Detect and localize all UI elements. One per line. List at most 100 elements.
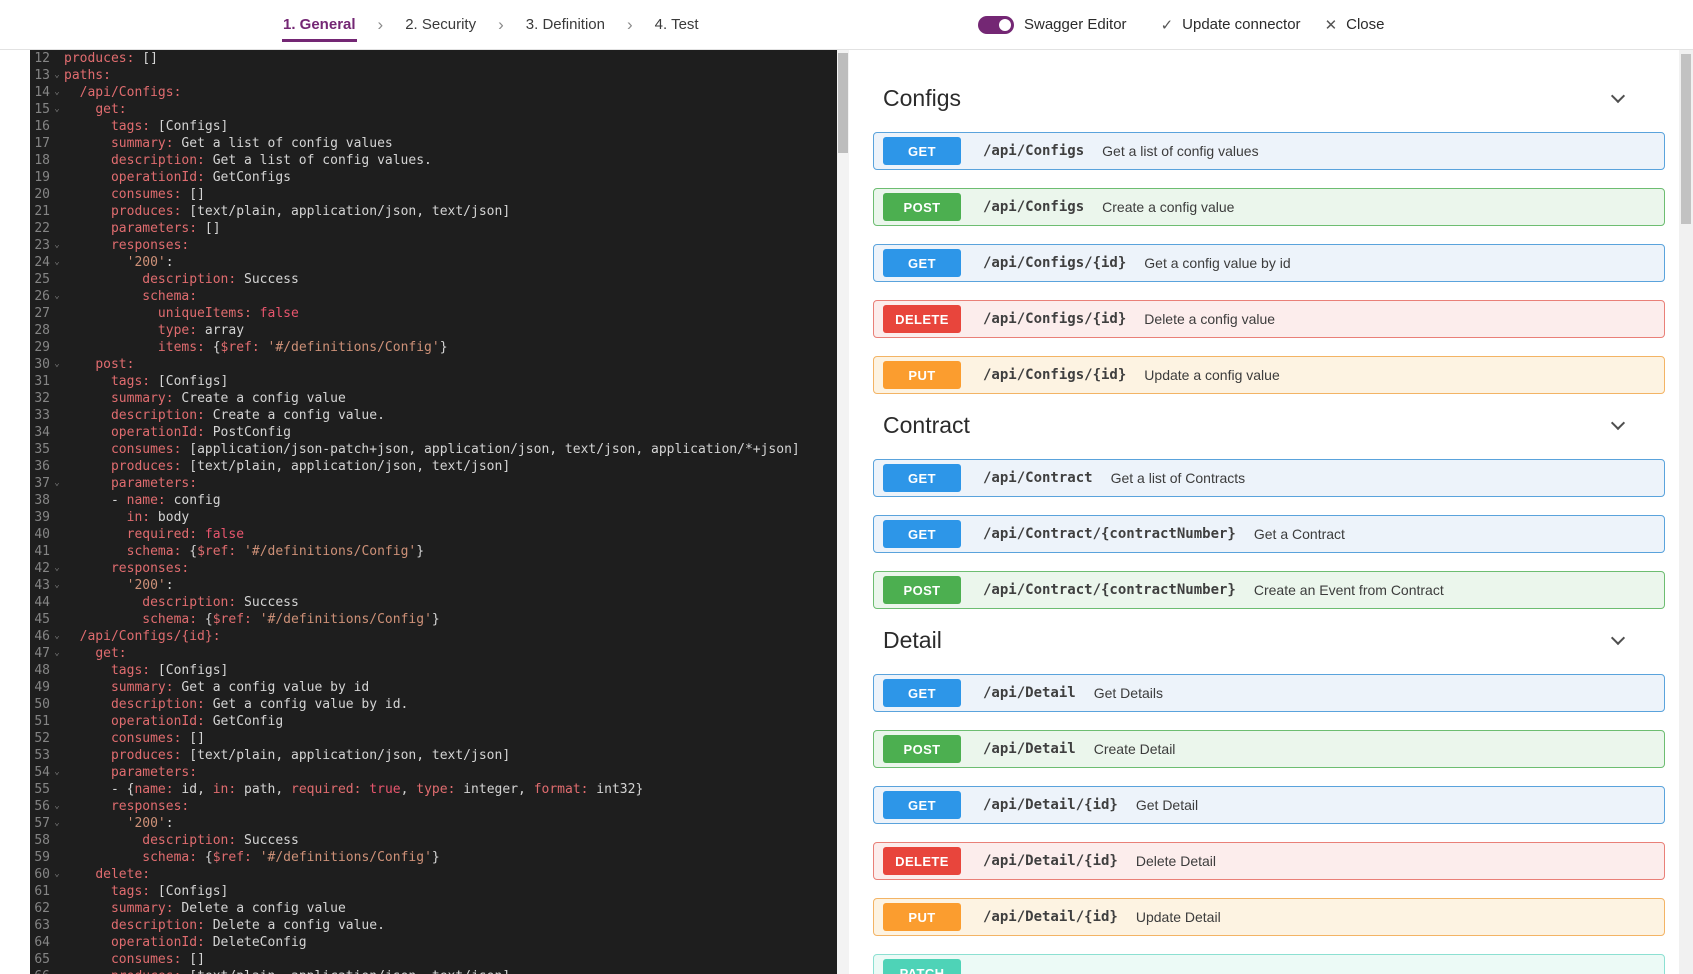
operation-row[interactable]: POST/api/Detail Create Detail	[873, 730, 1665, 768]
update-connector-button[interactable]: ✓ Update connector	[1161, 16, 1301, 34]
code-line[interactable]: 31 tags: [Configs]	[30, 373, 837, 390]
code-line[interactable]: 39 in: body	[30, 509, 837, 526]
code-line[interactable]: 14 ⌄ /api/Configs:	[30, 84, 837, 101]
swagger-code-editor[interactable]: 12 produces: [] 13 ⌄ paths: 14 ⌄ /api/Configs:…	[30, 50, 837, 974]
code-line[interactable]: 33 description: Create a config value.	[30, 407, 837, 424]
code-line[interactable]: 25 description: Success	[30, 271, 837, 288]
code-line[interactable]: 13 ⌄ paths:	[30, 67, 837, 84]
fold-marker-icon[interactable]: ⌄	[50, 645, 64, 662]
code-line[interactable]: 55 - {name: id, in: path, required: true…	[30, 781, 837, 798]
chevron-down-icon[interactable]	[1610, 415, 1626, 430]
operation-row[interactable]: GET/api/Configs Get a list of config valu…	[873, 132, 1665, 170]
swagger-editor-toggle[interactable]: Swagger Editor	[978, 15, 1127, 34]
fold-marker-icon[interactable]: ⌄	[50, 866, 64, 883]
editor-scrollbar[interactable]	[837, 50, 849, 974]
code-line[interactable]: 16 tags: [Configs]	[30, 118, 837, 135]
operation-row[interactable]: GET/api/Contract/{contractNumber} Get a C…	[873, 515, 1665, 553]
code-line[interactable]: 35 consumes: [application/json-patch+jso…	[30, 441, 837, 458]
code-line[interactable]: 15 ⌄ get:	[30, 101, 837, 118]
code-line[interactable]: 30 ⌄ post:	[30, 356, 837, 373]
code-line[interactable]: 46 ⌄ /api/Configs/{id}:	[30, 628, 837, 645]
fold-marker-icon[interactable]: ⌄	[50, 288, 64, 305]
fold-marker-icon[interactable]: ⌄	[50, 628, 64, 645]
code-line[interactable]: 47 ⌄ get:	[30, 645, 837, 662]
code-line[interactable]: 54 ⌄ parameters:	[30, 764, 837, 781]
code-line[interactable]: 50 description: Get a config value by id…	[30, 696, 837, 713]
fold-marker-icon[interactable]: ⌄	[50, 67, 64, 84]
code-line[interactable]: 23 ⌄ responses:	[30, 237, 837, 254]
code-line[interactable]: 51 operationId: GetConfig	[30, 713, 837, 730]
code-line[interactable]: 52 consumes: []	[30, 730, 837, 747]
toggle-switch-icon[interactable]	[978, 15, 1014, 34]
code-line[interactable]: 24 ⌄ '200':	[30, 254, 837, 271]
code-line[interactable]: 26 ⌄ schema:	[30, 288, 837, 305]
code-line[interactable]: 64 operationId: DeleteConfig	[30, 934, 837, 951]
operation-row[interactable]: DELETE/api/Detail/{id} Delete Detail	[873, 842, 1665, 880]
code-line[interactable]: 62 summary: Delete a config value	[30, 900, 837, 917]
code-line[interactable]: 22 parameters: []	[30, 220, 837, 237]
code-line[interactable]: 18 description: Get a list of config val…	[30, 152, 837, 169]
fold-marker-icon[interactable]: ⌄	[50, 577, 64, 594]
panel-scrollbar[interactable]	[1679, 50, 1693, 974]
code-line[interactable]: 63 description: Delete a config value.	[30, 917, 837, 934]
fold-marker-icon[interactable]: ⌄	[50, 84, 64, 101]
code-line[interactable]: 57 ⌄ '200':	[30, 815, 837, 832]
code-line[interactable]: 49 summary: Get a config value by id	[30, 679, 837, 696]
fold-marker-icon[interactable]: ⌄	[50, 356, 64, 373]
fold-marker-icon[interactable]: ⌄	[50, 254, 64, 271]
operation-row[interactable]: GET/api/Detail Get Details	[873, 674, 1665, 712]
code-line[interactable]: 28 type: array	[30, 322, 837, 339]
operation-row[interactable]: PUT/api/Detail/{id} Update Detail	[873, 898, 1665, 936]
code-line[interactable]: 45 schema: {$ref: '#/definitions/Config'…	[30, 611, 837, 628]
wizard-step-1[interactable]: 1. General	[282, 16, 357, 42]
code-line[interactable]: 40 required: false	[30, 526, 837, 543]
operation-row[interactable]: GET/api/Configs/{id} Get a config value b…	[873, 244, 1665, 282]
code-line[interactable]: 34 operationId: PostConfig	[30, 424, 837, 441]
code-line[interactable]: 43 ⌄ '200':	[30, 577, 837, 594]
code-line[interactable]: 60 ⌄ delete:	[30, 866, 837, 883]
operation-row[interactable]: POST/api/Configs Create a config value	[873, 188, 1665, 226]
chevron-down-icon[interactable]	[1610, 88, 1626, 103]
fold-marker-icon[interactable]: ⌄	[50, 101, 64, 118]
code-line[interactable]: 19 operationId: GetConfigs	[30, 169, 837, 186]
code-line[interactable]: 20 consumes: []	[30, 186, 837, 203]
code-line[interactable]: 56 ⌄ responses:	[30, 798, 837, 815]
fold-marker-icon[interactable]: ⌄	[50, 475, 64, 492]
code-line[interactable]: 38 - name: config	[30, 492, 837, 509]
code-line[interactable]: 44 description: Success	[30, 594, 837, 611]
code-line[interactable]: 58 description: Success	[30, 832, 837, 849]
panel-scrollbar-thumb[interactable]	[1681, 54, 1691, 224]
code-line[interactable]: 41 schema: {$ref: '#/definitions/Config'…	[30, 543, 837, 560]
code-line[interactable]: 36 produces: [text/plain, application/js…	[30, 458, 837, 475]
code-line[interactable]: 32 summary: Create a config value	[30, 390, 837, 407]
operation-row[interactable]: PUT/api/Configs/{id} Update a config valu…	[873, 356, 1665, 394]
code-line[interactable]: 17 summary: Get a list of config values	[30, 135, 837, 152]
operation-row[interactable]: GET/api/Detail/{id} Get Detail	[873, 786, 1665, 824]
code-line[interactable]: 66 produces: [text/plain, application/js…	[30, 968, 837, 974]
fold-marker-icon[interactable]: ⌄	[50, 560, 64, 577]
code-line[interactable]: 61 tags: [Configs]	[30, 883, 837, 900]
code-line[interactable]: 53 produces: [text/plain, application/js…	[30, 747, 837, 764]
code-line[interactable]: 65 consumes: []	[30, 951, 837, 968]
fold-marker-icon[interactable]: ⌄	[50, 237, 64, 254]
wizard-step-2[interactable]: 2. Security	[405, 16, 476, 33]
code-line[interactable]: 48 tags: [Configs]	[30, 662, 837, 679]
code-line[interactable]: 37 ⌄ parameters:	[30, 475, 837, 492]
code-line[interactable]: 21 produces: [text/plain, application/js…	[30, 203, 837, 220]
operation-row[interactable]: GET/api/Contract Get a list of Contracts	[873, 459, 1665, 497]
wizard-step-3[interactable]: 3. Definition	[526, 16, 605, 33]
code-line[interactable]: 42 ⌄ responses:	[30, 560, 837, 577]
operation-row[interactable]: POST/api/Contract/{contractNumber} Create…	[873, 571, 1665, 609]
wizard-step-4[interactable]: 4. Test	[655, 16, 699, 33]
code-line[interactable]: 59 schema: {$ref: '#/definitions/Config'…	[30, 849, 837, 866]
code-line[interactable]: 29 items: {$ref: '#/definitions/Config'}	[30, 339, 837, 356]
editor-scrollbar-thumb[interactable]	[838, 53, 848, 153]
close-button[interactable]: ✕ Close	[1325, 16, 1385, 34]
fold-marker-icon[interactable]: ⌄	[50, 798, 64, 815]
code-line[interactable]: 12 produces: []	[30, 50, 837, 67]
chevron-down-icon[interactable]	[1610, 630, 1626, 645]
operation-row[interactable]: DELETE/api/Configs/{id} Delete a config v…	[873, 300, 1665, 338]
fold-marker-icon[interactable]: ⌄	[50, 815, 64, 832]
code-line[interactable]: 27 uniqueItems: false	[30, 305, 837, 322]
operation-row[interactable]: PATCH	[873, 954, 1665, 974]
